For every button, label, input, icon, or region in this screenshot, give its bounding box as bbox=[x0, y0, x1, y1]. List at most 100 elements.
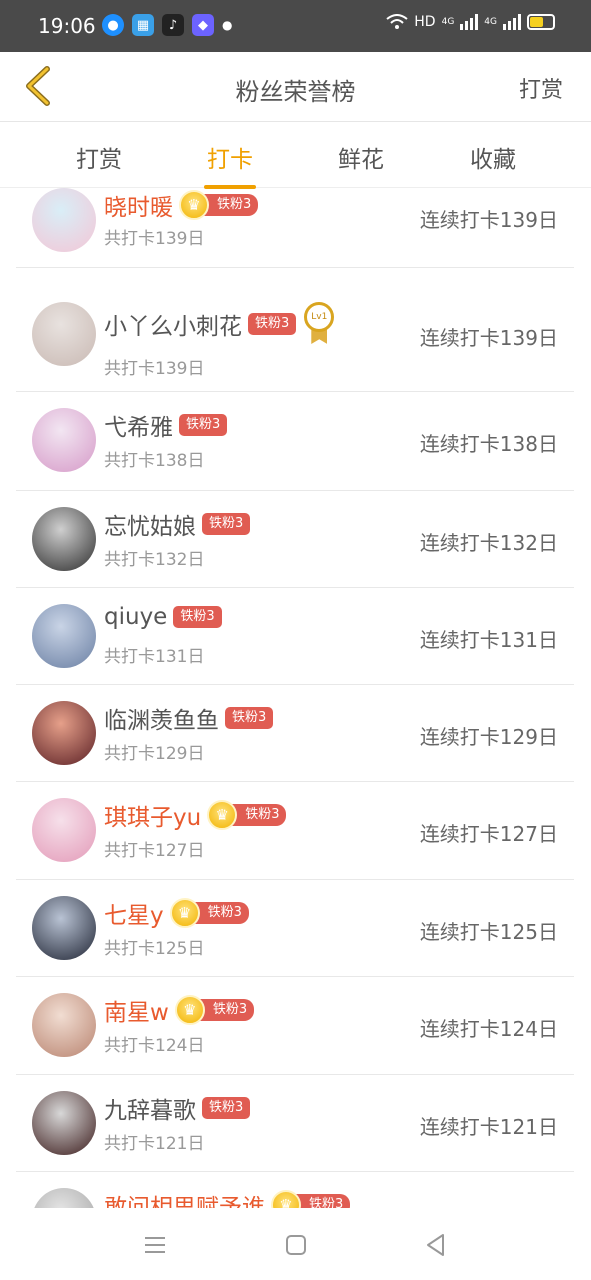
fan-row[interactable]: 忘忧姑娘 铁粉3 共打卡132日 连续打卡132日 bbox=[16, 491, 574, 588]
streak-days: 连续打卡139日 bbox=[419, 326, 558, 350]
tab-bar: 打赏 打卡 鲜花 收藏 bbox=[0, 122, 591, 189]
total-checkins: 共打卡139日 bbox=[104, 359, 205, 379]
avatar[interactable] bbox=[32, 507, 96, 571]
streak-days: 连续打卡131日 bbox=[419, 628, 558, 652]
fan-level-badge: 铁粉3 bbox=[202, 513, 251, 535]
name-line: 忘忧姑娘 铁粉3 bbox=[104, 507, 251, 541]
user-name[interactable]: 七星y bbox=[104, 896, 164, 930]
fan-row[interactable]: 九辞暮歌 铁粉3 共打卡121日 连续打卡121日 bbox=[16, 1075, 574, 1172]
avatar[interactable] bbox=[32, 993, 96, 1057]
top-nav-bar: 粉丝荣誉榜 打赏 bbox=[0, 52, 591, 122]
tab-reward[interactable]: 打赏 bbox=[49, 140, 149, 174]
fan-list[interactable]: 晓时暖 ♛ 铁粉3 共打卡139日 连续打卡139日 小丫么小刺花 铁粉3 Lv1 共打卡139… bbox=[0, 188, 591, 1208]
user-name[interactable]: 小丫么小刺花 bbox=[104, 307, 242, 341]
tab-label: 打卡 bbox=[207, 147, 253, 173]
name-line: 晓时暖 ♛ 铁粉3 bbox=[104, 188, 259, 222]
avatar[interactable] bbox=[32, 896, 96, 960]
crown-icon: ♛ bbox=[207, 800, 238, 830]
fan-level-badge: 铁粉3 bbox=[229, 804, 287, 826]
streak-days: 连续打卡124日 bbox=[419, 1017, 558, 1041]
status-right: HD 4G 4G bbox=[386, 14, 555, 30]
tab-checkin[interactable]: 打卡 bbox=[180, 140, 280, 189]
total-checkins: 共打卡132日 bbox=[104, 550, 205, 570]
fan-row[interactable]: 敢问相思赋予谁 ♛ 铁粉3 bbox=[16, 1172, 574, 1208]
system-nav-bar bbox=[0, 1208, 591, 1280]
fan-row[interactable]: 琪琪子yu ♛ 铁粉3 共打卡127日 连续打卡127日 bbox=[16, 782, 574, 880]
qq-icon: ● bbox=[102, 14, 124, 36]
user-name[interactable]: 敢问相思赋予谁 bbox=[104, 1188, 265, 1208]
name-line: 敢问相思赋予谁 ♛ 铁粉3 bbox=[104, 1188, 351, 1208]
signal-icon-2 bbox=[503, 14, 521, 30]
user-name[interactable]: 忘忧姑娘 bbox=[104, 507, 196, 541]
total-checkins: 共打卡125日 bbox=[104, 939, 205, 959]
fan-level-badge: 铁粉3 bbox=[248, 313, 297, 335]
fan-row[interactable]: qiuye 铁粉3 共打卡131日 连续打卡131日 bbox=[16, 588, 574, 685]
streak-days: 连续打卡139日 bbox=[419, 208, 558, 232]
fan-level-badge: 铁粉3 bbox=[293, 1194, 351, 1208]
signal-label-1: 4G bbox=[441, 17, 455, 27]
message-app-icon: ▦ bbox=[132, 14, 154, 36]
tab-favorites[interactable]: 收藏 bbox=[443, 140, 543, 174]
name-line: 弋希雅 铁粉3 bbox=[104, 408, 228, 442]
back-nav-icon[interactable] bbox=[423, 1232, 449, 1258]
crown-icon: ♛ bbox=[174, 995, 205, 1025]
fan-list-inner: 晓时暖 ♛ 铁粉3 共打卡139日 连续打卡139日 小丫么小刺花 铁粉3 Lv1 共打卡139… bbox=[16, 188, 574, 1208]
medal-label: Lv1 bbox=[304, 302, 335, 332]
fan-level-badge: 铁粉3 bbox=[202, 1097, 251, 1119]
total-checkins: 共打卡127日 bbox=[104, 841, 205, 861]
status-bar: 19:06 ● ▦ ♪ ◆ ● HD 4G 4G bbox=[0, 0, 591, 52]
fan-row[interactable]: 七星y ♛ 铁粉3 共打卡125日 连续打卡125日 bbox=[16, 880, 574, 977]
battery-icon bbox=[527, 14, 555, 30]
name-line: qiuye 铁粉3 bbox=[104, 604, 222, 630]
page-title: 粉丝荣誉榜 bbox=[235, 78, 356, 106]
streak-days: 连续打卡121日 bbox=[419, 1115, 558, 1139]
status-time: 19:06 bbox=[38, 14, 96, 38]
name-line: 琪琪子yu ♛ 铁粉3 bbox=[104, 798, 287, 832]
user-name[interactable]: 弋希雅 bbox=[104, 408, 173, 442]
tiktok-icon: ♪ bbox=[162, 14, 184, 36]
avatar[interactable] bbox=[32, 408, 96, 472]
streak-days: 连续打卡138日 bbox=[419, 432, 558, 456]
crown-icon: ♛ bbox=[271, 1190, 301, 1208]
fan-row[interactable]: 临渊羡鱼鱼 铁粉3 共打卡129日 连续打卡129日 bbox=[16, 685, 574, 782]
name-line: 九辞暮歌 铁粉3 bbox=[104, 1091, 251, 1125]
tab-flowers[interactable]: 鲜花 bbox=[311, 140, 411, 174]
avatar[interactable] bbox=[32, 188, 96, 252]
fan-level-badge: 铁粉3 bbox=[196, 999, 255, 1021]
fan-level-badge: 铁粉3 bbox=[201, 194, 259, 216]
avatar[interactable] bbox=[32, 1091, 96, 1155]
user-name[interactable]: 临渊羡鱼鱼 bbox=[104, 701, 219, 735]
tab-label: 打赏 bbox=[76, 147, 122, 173]
total-checkins: 共打卡129日 bbox=[104, 744, 205, 764]
fan-level-badge: 铁粉3 bbox=[191, 902, 249, 924]
avatar[interactable] bbox=[32, 1188, 96, 1208]
tab-label: 鲜花 bbox=[338, 147, 384, 173]
menu-icon[interactable] bbox=[142, 1232, 168, 1258]
home-icon[interactable] bbox=[283, 1232, 309, 1258]
user-name[interactable]: 九辞暮歌 bbox=[104, 1091, 196, 1125]
avatar[interactable] bbox=[32, 604, 96, 668]
wifi-icon bbox=[386, 14, 408, 29]
fan-row[interactable]: 弋希雅 铁粉3 共打卡138日 连续打卡138日 bbox=[16, 392, 574, 491]
streak-days: 连续打卡125日 bbox=[419, 920, 558, 944]
name-line: 七星y ♛ 铁粉3 bbox=[104, 896, 249, 930]
avatar[interactable] bbox=[32, 302, 96, 366]
user-name[interactable]: qiuye bbox=[104, 604, 167, 630]
fan-row[interactable]: 晓时暖 ♛ 铁粉3 共打卡139日 连续打卡139日 bbox=[16, 188, 574, 268]
reward-button[interactable]: 打赏 bbox=[519, 72, 563, 104]
user-name[interactable]: 晓时暖 bbox=[104, 188, 173, 222]
fan-level-badge: 铁粉3 bbox=[173, 606, 222, 628]
total-checkins: 共打卡138日 bbox=[104, 451, 205, 471]
user-name[interactable]: 南星w bbox=[104, 993, 169, 1027]
name-line: 南星w ♛ 铁粉3 bbox=[104, 993, 255, 1027]
fan-row[interactable]: 小丫么小刺花 铁粉3 Lv1 共打卡139日 连续打卡139日 bbox=[16, 268, 574, 392]
medal-icon: Lv1 bbox=[302, 302, 336, 346]
fan-row[interactable]: 南星w ♛ 铁粉3 共打卡124日 连续打卡124日 bbox=[16, 977, 574, 1075]
streak-days: 连续打卡132日 bbox=[419, 531, 558, 555]
streak-days: 连续打卡127日 bbox=[419, 822, 558, 846]
total-checkins: 共打卡124日 bbox=[104, 1036, 205, 1056]
avatar[interactable] bbox=[32, 701, 96, 765]
user-name[interactable]: 琪琪子yu bbox=[104, 798, 201, 832]
name-line: 临渊羡鱼鱼 铁粉3 bbox=[104, 701, 274, 735]
avatar[interactable] bbox=[32, 798, 96, 862]
